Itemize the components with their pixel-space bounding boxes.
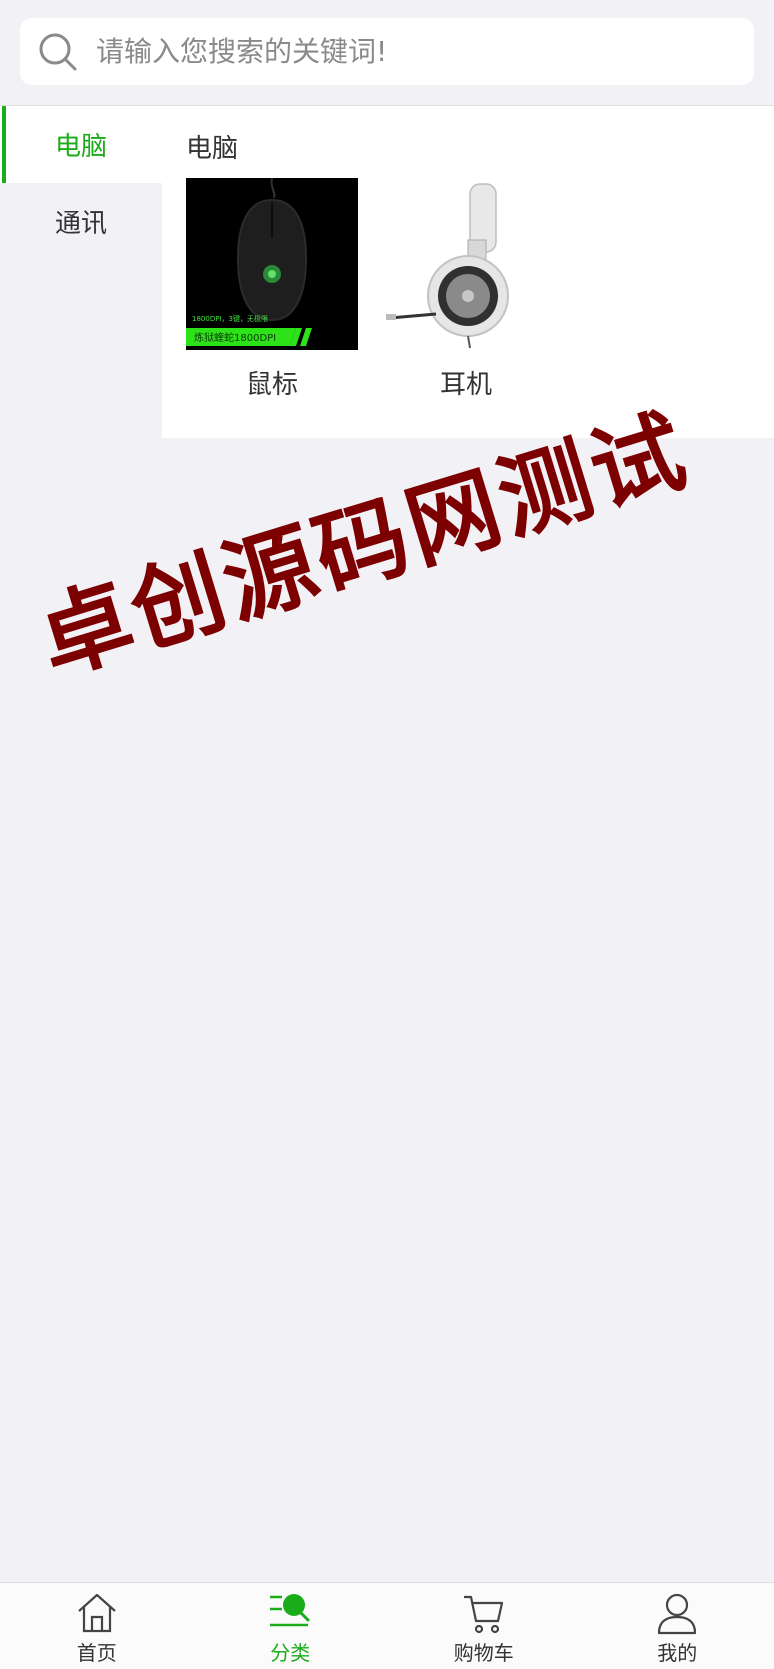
product-headphone[interactable]: 耳机	[380, 178, 552, 401]
category-icon	[268, 1591, 312, 1635]
cart-icon	[462, 1591, 506, 1635]
sidebar-item-computer[interactable]: 电脑	[0, 106, 162, 183]
user-icon	[655, 1591, 699, 1635]
tab-label: 我的	[657, 1637, 697, 1666]
tab-category[interactable]: 分类	[194, 1583, 388, 1669]
tab-label: 分类	[270, 1637, 310, 1666]
mouse-image-spec-text: 1800DPI，3键，无极限	[192, 314, 268, 323]
search-bar	[0, 0, 774, 106]
home-icon	[75, 1591, 119, 1635]
category-sidebar: 电脑 通讯	[0, 106, 162, 260]
tab-label: 购物车	[454, 1637, 514, 1666]
tab-cart[interactable]: 购物车	[387, 1583, 581, 1669]
product-name: 耳机	[380, 364, 552, 401]
category-content: 电脑 1800DPI，3键，无极限 炼狱蝰蛇1800DPI 鼠标	[162, 106, 774, 438]
category-title: 电脑	[186, 128, 238, 165]
sidebar-item-label: 电脑	[55, 126, 107, 163]
headphone-image	[380, 178, 552, 350]
search-box[interactable]	[20, 18, 754, 85]
tab-label: 首页	[77, 1637, 117, 1666]
search-input[interactable]	[94, 34, 698, 69]
search-icon	[36, 30, 80, 74]
sidebar-item-label: 通讯	[55, 203, 107, 240]
product-mouse[interactable]: 1800DPI，3键，无极限 炼狱蝰蛇1800DPI 鼠标	[186, 178, 358, 401]
mouse-image-model-text: 炼狱蝰蛇1800DPI	[194, 331, 276, 344]
product-name: 鼠标	[186, 364, 358, 401]
sidebar-item-communication[interactable]: 通讯	[0, 183, 162, 260]
mouse-image: 1800DPI，3键，无极限 炼狱蝰蛇1800DPI	[186, 178, 358, 350]
tab-home[interactable]: 首页	[0, 1583, 194, 1669]
tab-profile[interactable]: 我的	[581, 1583, 774, 1669]
bottom-tabbar: 首页 分类 购物车 我的	[0, 1582, 774, 1669]
